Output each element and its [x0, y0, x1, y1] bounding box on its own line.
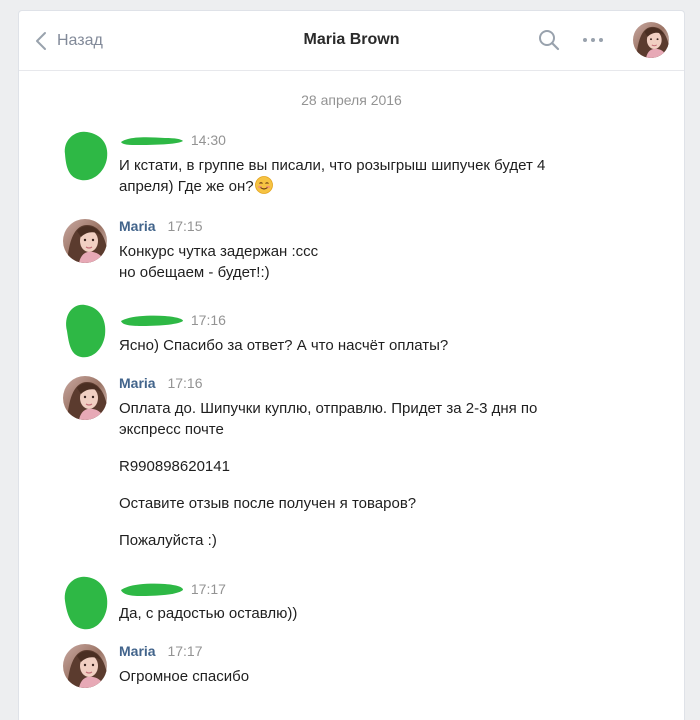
- message-text: Конкурс чутка задержан :ссс но обещаем -…: [119, 243, 319, 281]
- message-text: Огромное спасибо: [119, 668, 250, 685]
- redacted-avatar: [64, 576, 108, 630]
- redacted-avatar: [64, 131, 108, 181]
- redacted-name: [121, 137, 183, 145]
- tracking-number: R990898620141: [119, 458, 230, 475]
- search-icon: [539, 30, 560, 51]
- message-text: Оплата до. Шипучки куплю, отправлю. Прид…: [119, 398, 599, 551]
- more-options-button[interactable]: [583, 38, 603, 42]
- redacted-name: [121, 583, 183, 596]
- author-name[interactable]: Maria: [119, 218, 156, 234]
- header-avatar[interactable]: [633, 22, 669, 58]
- more-dot-icon: [599, 38, 603, 42]
- date-separator: 28 апреля 2016: [301, 92, 402, 108]
- message-text: И кстати, в группе вы писали, что розыгр…: [119, 157, 546, 195]
- message-time: 17:16: [167, 375, 203, 391]
- message-text: Да, с радостью оставлю)): [119, 605, 298, 622]
- message-time: 17:16: [190, 312, 226, 328]
- message-text: Ясно) Спасибо за ответ? А что насчёт опл…: [119, 337, 449, 354]
- redacted-name: [121, 315, 183, 326]
- more-dot-icon: [591, 38, 595, 42]
- avatar[interactable]: [63, 376, 107, 420]
- author-name[interactable]: Maria: [119, 643, 156, 659]
- avatar[interactable]: [63, 644, 107, 688]
- smiling-face-emoji-icon: [254, 176, 273, 194]
- more-dot-icon: [583, 38, 587, 42]
- message-time: 14:30: [190, 132, 226, 148]
- author-name[interactable]: Maria: [119, 375, 156, 391]
- redacted-avatar: [66, 304, 106, 358]
- chat-header: Назад Maria Brown: [19, 11, 684, 71]
- chat-panel: Назад Maria Brown 28 апреля 2016 14:30 И…: [18, 10, 685, 720]
- message-time: 17:15: [167, 218, 203, 234]
- search-button[interactable]: [538, 29, 560, 56]
- message-time: 17:17: [167, 643, 203, 659]
- avatar[interactable]: [63, 219, 107, 263]
- message-time: 17:17: [190, 581, 226, 597]
